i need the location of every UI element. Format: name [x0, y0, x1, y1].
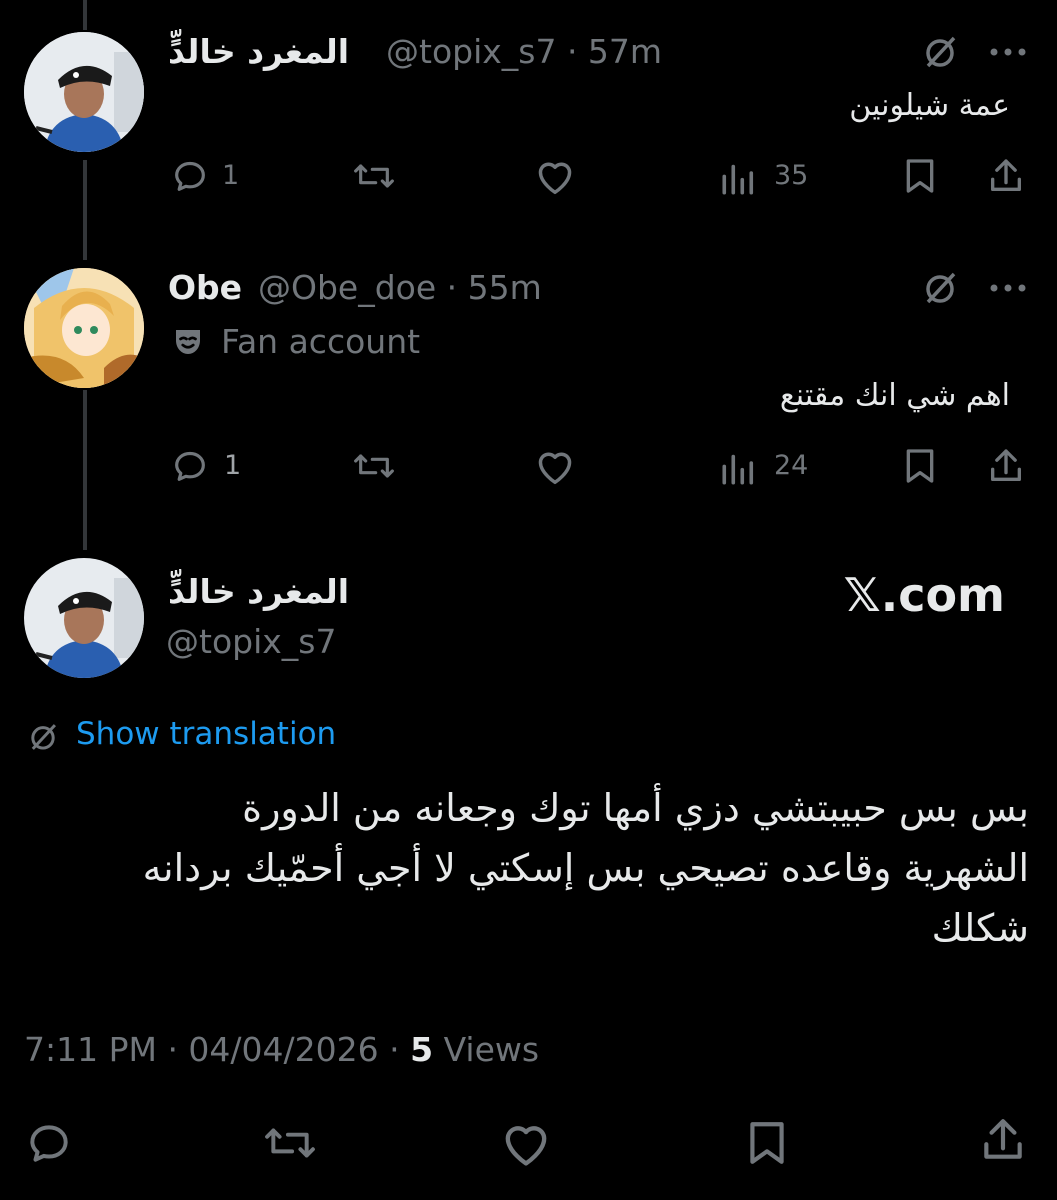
like-icon[interactable]: [533, 156, 577, 196]
display-name[interactable]: المغرد خالدٍّ: [168, 32, 349, 71]
reply-count: 1: [224, 450, 242, 481]
bookmark-icon[interactable]: [902, 156, 938, 196]
handle[interactable]: @topix_s7: [166, 622, 336, 661]
display-name[interactable]: المغرد خالدٍّ: [168, 572, 349, 611]
grok-icon[interactable]: [920, 268, 960, 308]
text-line: بس بس حبيبتشي دزي أمها توك وجعانه من الد…: [242, 786, 1029, 830]
bookmark-icon[interactable]: [902, 446, 938, 486]
show-translation-link[interactable]: Show translation: [76, 716, 336, 752]
mask-icon: [170, 324, 206, 360]
grok-icon[interactable]: [920, 32, 960, 72]
view-count: 24: [774, 450, 809, 481]
timestamp[interactable]: 7:11 PM · 04/04/2026 ·: [24, 1030, 410, 1069]
thread-connector: [83, 390, 87, 550]
views-label: Views: [433, 1030, 540, 1069]
retweet-icon[interactable]: [262, 1118, 318, 1168]
x-watermark: 𝕏.com: [843, 568, 1005, 622]
handle-and-time[interactable]: @topix_s7 · 57m: [386, 32, 662, 71]
avatar[interactable]: [24, 268, 144, 388]
reply-count: 1: [222, 160, 240, 191]
tweet-text: عمة شيلونين: [849, 88, 1010, 123]
share-icon[interactable]: [978, 1114, 1028, 1166]
text-line: الشهرية وقاعده تصيحي بس إسكتي لا أجي أحم…: [142, 846, 1029, 890]
more-icon[interactable]: [988, 282, 1028, 294]
retweet-icon[interactable]: [352, 446, 396, 486]
handle-and-time[interactable]: @Obe_doe · 55m: [258, 268, 542, 307]
fan-account-label: Fan account: [221, 322, 421, 361]
like-icon[interactable]: [533, 446, 577, 486]
share-icon[interactable]: [986, 156, 1026, 196]
reply-icon[interactable]: [170, 156, 210, 196]
thread-connector: [83, 0, 87, 30]
display-name[interactable]: Obe: [168, 268, 242, 307]
thread-connector: [83, 160, 87, 260]
reply-icon[interactable]: [24, 1118, 74, 1168]
tweet-header: المغرد خالدٍّ @topix_s7 · 57m: [168, 26, 728, 76]
tweet-text: اهم شي انك مقتنع: [779, 378, 1010, 413]
share-icon[interactable]: [986, 446, 1026, 486]
more-icon[interactable]: [988, 46, 1028, 58]
avatar[interactable]: [24, 32, 144, 152]
view-count: 35: [774, 160, 809, 191]
main-tweet-text: بس بس حبيبتشي دزي أمها توك وجعانه من الد…: [143, 778, 1029, 958]
tweet-header: Obe @Obe_doe · 55m: [168, 262, 728, 312]
retweet-icon[interactable]: [352, 156, 396, 196]
bookmark-icon[interactable]: [744, 1118, 790, 1168]
views-count: 5: [410, 1030, 434, 1069]
grok-icon: [26, 720, 60, 754]
text-line: شكلك: [931, 906, 1029, 950]
reply-icon[interactable]: [170, 446, 210, 486]
like-icon[interactable]: [498, 1118, 554, 1168]
views-icon[interactable]: [719, 450, 759, 486]
avatar[interactable]: [24, 558, 144, 678]
views-icon[interactable]: [719, 160, 759, 196]
timestamp-row: 7:11 PM · 04/04/2026 · 5 Views: [24, 1030, 539, 1069]
